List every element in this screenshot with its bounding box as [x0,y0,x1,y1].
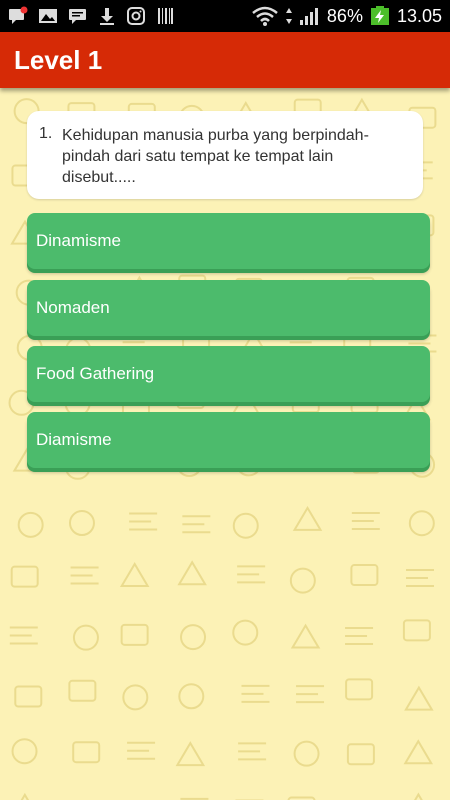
pattern-doodle [14,685,43,708]
pattern-doodle [178,683,205,710]
pattern-doodle [72,624,99,651]
wifi-icon [252,6,278,26]
pattern-doodle [68,679,97,702]
pattern-doodle [20,792,30,800]
pattern-doodle [9,626,38,645]
answer-label: Dinamisme [36,231,122,250]
pattern-doodle [232,512,259,539]
pattern-doodle [292,505,323,531]
pattern-doodle [293,740,320,767]
pattern-doodle [405,568,434,587]
chat-alert-icon [9,6,28,24]
pattern-doodle [346,743,375,766]
pattern-doodle [120,623,149,646]
system-status: 86% 13.05 [251,5,442,27]
pattern-doodle [129,512,158,531]
clock: 13.05 [396,5,442,26]
pattern-doodle [345,627,374,646]
pattern-doodle [345,678,374,701]
data-arrows-icon [285,8,292,24]
pattern-doodle [177,560,207,586]
answer-label: Food Gathering [36,364,155,383]
pattern-doodle [403,739,434,765]
answer-button-4[interactable]: Diamisme [27,412,430,468]
barcode-icon [158,8,173,24]
battery-percent: 86% [326,5,363,26]
question-card: 1. Kehidupan manusia purba yang berpinda… [27,111,423,199]
answer-label: Diamisme [36,430,112,449]
status-bar: 86% 13.05 [0,0,450,32]
pattern-doodle [232,619,259,646]
pattern-doodle [237,565,266,584]
pattern-doodle [119,562,150,588]
notification-icons [8,6,174,26]
page-title: Level 1 [14,44,103,75]
answer-button-2[interactable]: Nomaden [27,280,430,336]
pattern-doodle [180,624,207,651]
question-text: Kehidupan manusia purba yang berpindah-p… [62,127,369,186]
signal-icon [299,8,318,25]
pattern-doodle [241,684,270,703]
answer-label: Nomaden [36,298,110,317]
answer-button-3[interactable]: Food Gathering [27,346,430,402]
pattern-doodle [414,792,423,800]
pattern-doodle [70,566,99,585]
pattern-doodle [10,565,39,588]
pattern-doodle [408,510,435,537]
question-number: 1. [39,125,53,142]
pattern-doodle [68,510,95,537]
battery-charging-icon [370,6,389,25]
pattern-doodle [17,511,44,538]
pattern-doodle [289,567,316,594]
image-icon [39,9,57,23]
pattern-doodle [404,685,434,711]
pattern-doodle [290,623,321,649]
app-bar: Level 1 [0,32,450,88]
pattern-doodle [122,684,149,711]
pattern-doodle [350,564,379,587]
pattern-doodle [127,741,156,760]
chat-icon [69,9,86,24]
pattern-doodle [238,742,267,761]
download-icon [100,8,114,25]
pattern-doodle [72,741,101,764]
pattern-doodle [296,685,325,704]
answer-button-1[interactable]: Dinamisme [27,213,430,269]
pattern-doodle [402,619,431,642]
pattern-doodle [182,515,211,534]
instagram-icon [127,7,145,25]
pattern-doodle [11,738,38,765]
pattern-doodle [351,512,380,531]
pattern-doodle [175,741,206,767]
